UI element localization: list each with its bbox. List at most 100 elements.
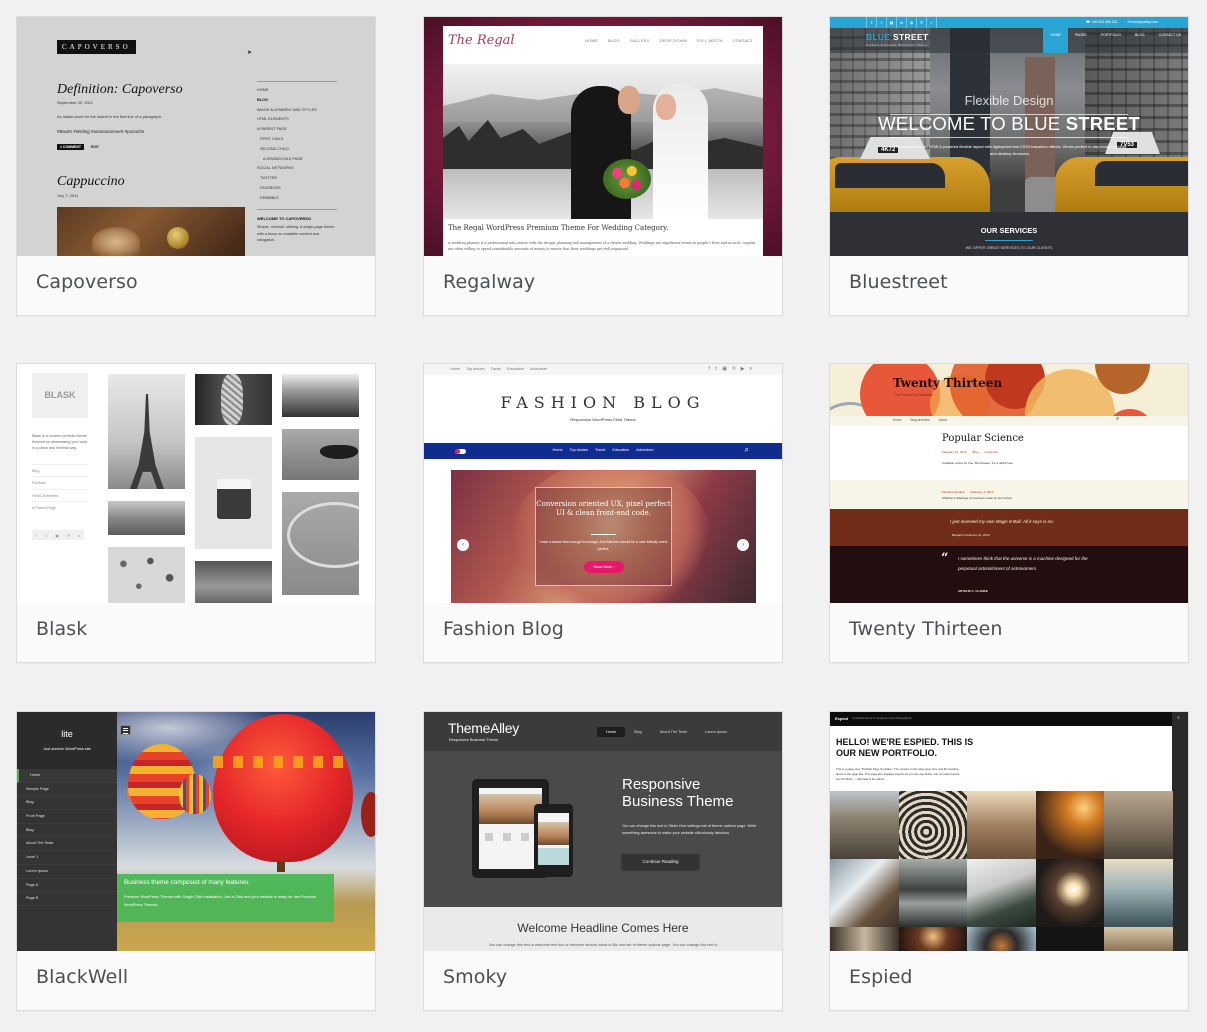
theme-card-blackwell[interactable]: lite Just another WordPress site Home Sa… — [16, 711, 376, 1011]
preview-photo-city — [108, 501, 185, 535]
theme-card-capoverso[interactable]: CAPOVERSO ➤ Definition: Capoverso Septem… — [16, 16, 376, 316]
preview-coffee-image — [57, 207, 245, 256]
preview-headline: The Regal WordPress Premium Theme For We… — [448, 224, 669, 232]
theme-name[interactable]: BlackWell — [36, 966, 128, 988]
preview-aside-meta: Monsters Engine — [942, 490, 965, 494]
theme-screenshot[interactable]: lite Just another WordPress site Home Sa… — [17, 712, 375, 951]
preview-aside-meta: February 4, 2013 — [970, 490, 994, 494]
preview-menu-item: SOCIAL NETWORKS — [257, 166, 294, 171]
twitter-icon: 𝕥 — [866, 17, 876, 28]
preview-site-title: Twenty Thirteen — [893, 376, 1003, 390]
preview-menu-item: Home — [17, 769, 117, 783]
theme-screenshot[interactable]: ThemeAlley Responsive Business Theme Hom… — [424, 712, 782, 951]
preview-menu-item: HOME — [257, 88, 269, 92]
preview-aside-text: Children's drawings of monsters made by … — [942, 496, 1013, 500]
preview-menu-item: A PARENT PAGE — [257, 127, 287, 132]
preview-banner-text: Premium WordPress Themes with Single Cli… — [124, 895, 317, 907]
theme-name[interactable]: Blask — [36, 618, 87, 640]
preview-menu-item: Sample Page — [17, 783, 117, 797]
preview-menu-item: Front Page — [17, 810, 117, 824]
preview-nav-item: BLOG — [1134, 33, 1145, 37]
preview-post-meta: wordpress — [984, 450, 999, 454]
preview-nav-item: BLOG — [607, 38, 620, 43]
theme-name[interactable]: Bluestreet — [849, 271, 948, 293]
preview-tagline: Just another WordPress site — [43, 747, 91, 751]
preview-nav-item: GALLERY — [629, 38, 650, 43]
preview-post-text: Available online for free. But beware, i… — [942, 461, 1014, 465]
theme-card-bluestreet[interactable]: 4K72 7V53 𝕥 f ▣ in ◍ ℗ ≈ ☎ +48 000 456 1… — [829, 16, 1189, 316]
preview-photo-balloon — [967, 927, 1036, 951]
preview-post-text: An Italian word for the indent in the fi… — [57, 114, 162, 119]
theme-card-twenty-thirteen[interactable]: Twenty Thirteen The Future is Fantastic … — [829, 363, 1189, 663]
theme-card-smoky[interactable]: ThemeAlley Responsive Business Theme Hom… — [423, 711, 783, 1011]
preview-widget: WELCOME TO CAPOVERSO Simple, minimal, st… — [257, 209, 337, 244]
chevron-left-icon: ‹ — [457, 539, 469, 551]
preview-banner: Business theme composed of many features… — [117, 874, 334, 922]
preview-photo-sparkler — [1035, 859, 1105, 927]
preview-logo: BLASK — [32, 373, 88, 418]
pinterest-icon: ℗ — [916, 17, 926, 28]
preview-nav-item: PORTFOLIO — [1100, 33, 1121, 37]
preview-hero-title-light: WELCOME TO BLUE — [878, 113, 1066, 134]
theme-card-fashion-blog[interactable]: Home Top stories Travel Education Advent… — [423, 363, 783, 663]
preview-photo-rope — [195, 374, 272, 425]
vimeo-icon: v — [77, 532, 80, 538]
preview-topbar: Espied A portfolio theme for designers a… — [830, 712, 1188, 726]
preview-logo-tagline: Creative & Flexible Wordpress Theme — [866, 43, 928, 47]
theme-name[interactable]: Regalway — [443, 271, 535, 293]
theme-name[interactable]: Smoky — [443, 966, 507, 988]
preview-body-text: A wedding planner is a professional who … — [448, 241, 756, 251]
preview-site-title: Espied — [835, 716, 849, 721]
preview-description: Blask is a modern portfolio theme focuse… — [32, 434, 88, 450]
preview-site-title: lite — [61, 729, 73, 739]
preview-text: This is a page uses "Portfolio Page Temp… — [836, 767, 960, 781]
preview-phone: ☎ +48 000 456 120 — [1085, 20, 1118, 24]
theme-screenshot[interactable]: 4K72 7V53 𝕥 f ▣ in ◍ ℗ ≈ ☎ +48 000 456 1… — [830, 17, 1188, 256]
pinterest-icon: ℗ — [731, 366, 736, 372]
preview-top-link: Top stories — [466, 367, 485, 371]
preview-logo-part: BLUE — [866, 32, 891, 42]
preview-hero-title: WELCOME TO BLUE STREET — [830, 113, 1188, 135]
preview-photo-waves — [830, 859, 899, 927]
preview-photo-city — [967, 791, 1036, 859]
rss-icon: ≈ — [926, 17, 936, 28]
theme-card-regalway[interactable]: The Regal HOME BLOG GALLERY DROP DOWN FU… — [423, 16, 783, 316]
preview-logo: CAPOVERSO — [57, 40, 136, 54]
preview-nav-item: Travel — [594, 448, 606, 452]
theme-name[interactable]: Fashion Blog — [443, 618, 564, 640]
preview-header: ThemeAlley Responsive Business Theme Hom… — [424, 712, 782, 751]
preview-aside: Monsters Engine February 4, 2013 Childre… — [830, 480, 1188, 509]
preview-nav-item: Home — [597, 727, 626, 737]
preview-menu-item: Blog — [32, 464, 88, 476]
theme-screenshot[interactable]: Twenty Thirteen The Future is Fantastic … — [830, 364, 1188, 603]
preview-menu-item: Blog — [17, 796, 117, 811]
facebook-icon: f — [876, 17, 886, 28]
preview-logo: The Regal — [448, 33, 515, 48]
preview-menu-item: SECOND CHILD — [260, 146, 289, 151]
theme-name[interactable]: Capoverso — [36, 271, 138, 293]
linkedin-icon: in — [896, 17, 906, 28]
theme-screenshot[interactable]: The Regal HOME BLOG GALLERY DROP DOWN FU… — [424, 17, 782, 256]
theme-name[interactable]: Twenty Thirteen — [849, 618, 1003, 640]
theme-card-blask[interactable]: BLASK Blask is a modern portfolio theme … — [16, 363, 376, 663]
preview-sidebar: lite Just another WordPress site Home Sa… — [17, 712, 117, 951]
preview-photo-landscape — [282, 374, 359, 417]
preview-nav: BLUE STREET Creative & Flexible Wordpress… — [830, 28, 1188, 53]
preview-photo-drops — [108, 547, 185, 603]
theme-name[interactable]: Espied — [849, 966, 913, 988]
preview-photo-typewriter — [898, 791, 968, 859]
theme-screenshot[interactable]: BLASK Blask is a modern portfolio theme … — [17, 364, 375, 603]
preview-social-icons: f 𝕥 ▣ ℗ v — [32, 530, 84, 540]
theme-screenshot[interactable]: Home Top stories Travel Education Advent… — [424, 364, 782, 603]
theme-card-espied[interactable]: Espied A portfolio theme for designers a… — [829, 711, 1189, 1011]
preview-menu-item: Page A — [17, 879, 117, 893]
preview-nav-item: DROP DOWN — [659, 38, 687, 43]
preview-photo-building — [1104, 791, 1173, 859]
hamburger-menu-icon — [120, 725, 131, 735]
preview-topbar: Home Top stories Travel Education Advent… — [424, 364, 782, 375]
theme-screenshot[interactable]: CAPOVERSO ➤ Definition: Capoverso Septem… — [17, 17, 375, 256]
preview-banner-title: Business theme composed of many features… — [124, 879, 251, 886]
theme-screenshot[interactable]: Espied A portfolio theme for designers a… — [830, 712, 1188, 951]
preview-photo-sunset-tracks — [1035, 791, 1105, 859]
preview-menu-item: FIRST CHILD — [260, 136, 284, 141]
